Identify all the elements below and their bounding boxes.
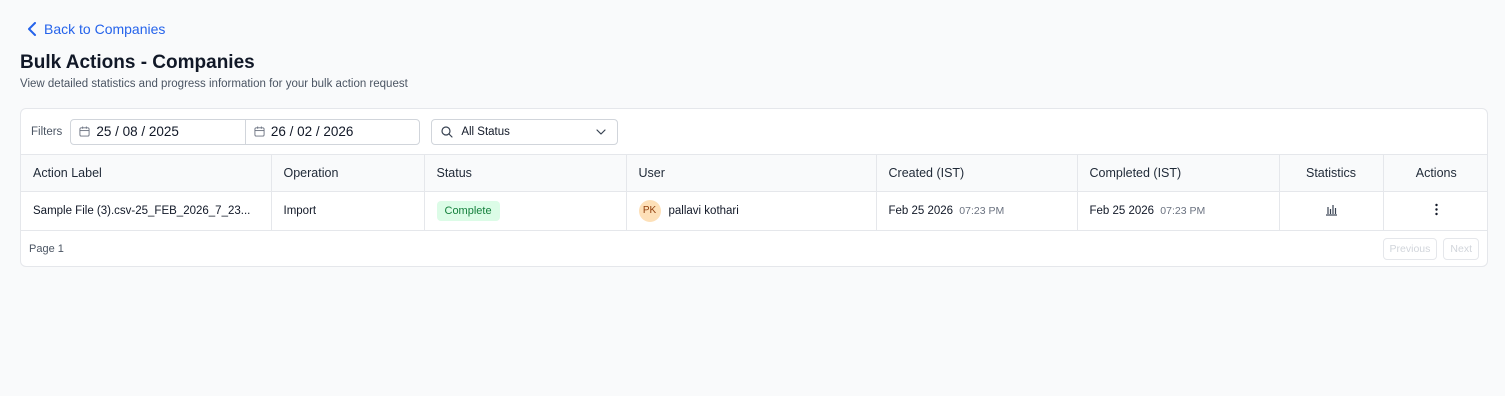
filters-bar: Filters 25 / 08 / 2025 26 / 02 / 2026 Al… xyxy=(21,109,1487,155)
more-vertical-icon xyxy=(1435,203,1438,215)
completed-cell: Feb 25 2026 07:23 PM xyxy=(1077,191,1280,231)
completed-date: Feb 25 2026 xyxy=(1089,204,1155,217)
statistics-cell xyxy=(1279,191,1384,231)
table-header-row: Action Label Operation Status User Creat… xyxy=(21,155,1487,192)
status-badge: Complete xyxy=(436,200,500,221)
back-link-label: Back to Companies xyxy=(44,21,166,37)
end-date-value: 26 / 02 / 2026 xyxy=(270,124,354,139)
calendar-icon xyxy=(254,126,265,137)
action-label-cell[interactable]: Sample File (3).csv-25_FEB_2026_7_23... xyxy=(21,191,272,231)
start-date-value: 25 / 08 / 2025 xyxy=(96,124,179,139)
status-filter-value: All Status xyxy=(461,125,510,138)
start-date-field[interactable]: 25 / 08 / 2025 xyxy=(71,120,245,144)
column-header-actions: Actions xyxy=(1383,155,1487,192)
status-filter-select[interactable]: All Status xyxy=(431,118,619,145)
back-to-companies-link[interactable]: Back to Companies xyxy=(26,21,165,37)
date-range-picker: 25 / 08 / 2025 26 / 02 / 2026 xyxy=(70,118,421,145)
column-header-statistics: Statistics xyxy=(1279,155,1384,192)
bar-chart-icon xyxy=(1325,204,1337,216)
created-time: 07:23 PM xyxy=(959,204,1005,217)
completed-time: 07:23 PM xyxy=(1160,204,1206,217)
user-cell: PK pallavi kothari xyxy=(626,191,877,231)
statistics-button[interactable] xyxy=(1325,203,1338,216)
status-cell: Complete xyxy=(424,191,627,231)
table-row[interactable]: Sample File (3).csv-25_FEB_2026_7_23... … xyxy=(21,191,1487,231)
page-subtitle: View detailed statistics and progress in… xyxy=(20,78,408,90)
actions-cell xyxy=(1383,191,1487,231)
table-pagination: Page 1 Previous Next xyxy=(21,230,1487,266)
bulk-actions-card: Filters 25 / 08 / 2025 26 / 02 / 2026 Al… xyxy=(20,108,1488,267)
row-actions-button[interactable] xyxy=(1430,203,1443,216)
calendar-icon xyxy=(79,126,90,137)
column-header-user[interactable]: User xyxy=(626,155,877,192)
created-date: Feb 25 2026 xyxy=(888,204,954,217)
operation-cell: Import xyxy=(271,191,425,231)
avatar: PK xyxy=(638,199,661,222)
column-header-created[interactable]: Created (IST) xyxy=(876,155,1078,192)
chevron-left-icon xyxy=(28,22,36,36)
bulk-actions-table: Action Label Operation Status User Creat… xyxy=(21,155,1487,231)
column-header-operation[interactable]: Operation xyxy=(271,155,425,192)
column-header-status[interactable]: Status xyxy=(424,155,627,192)
created-cell: Feb 25 2026 07:23 PM xyxy=(876,191,1078,231)
page-indicator: Page 1 xyxy=(29,243,64,255)
previous-page-button[interactable]: Previous xyxy=(1382,238,1438,260)
next-page-button[interactable]: Next xyxy=(1443,238,1479,260)
user-name: pallavi kothari xyxy=(668,204,739,217)
end-date-field[interactable]: 26 / 02 / 2026 xyxy=(244,119,420,144)
filters-label: Filters xyxy=(31,125,63,138)
chevron-down-icon xyxy=(596,128,606,135)
page-title: Bulk Actions - Companies xyxy=(20,52,255,73)
search-icon xyxy=(441,125,453,138)
page: Back to Companies Bulk Actions - Compani… xyxy=(0,0,1505,396)
column-header-action-label[interactable]: Action Label xyxy=(21,155,272,192)
column-header-completed[interactable]: Completed (IST) xyxy=(1077,155,1280,192)
